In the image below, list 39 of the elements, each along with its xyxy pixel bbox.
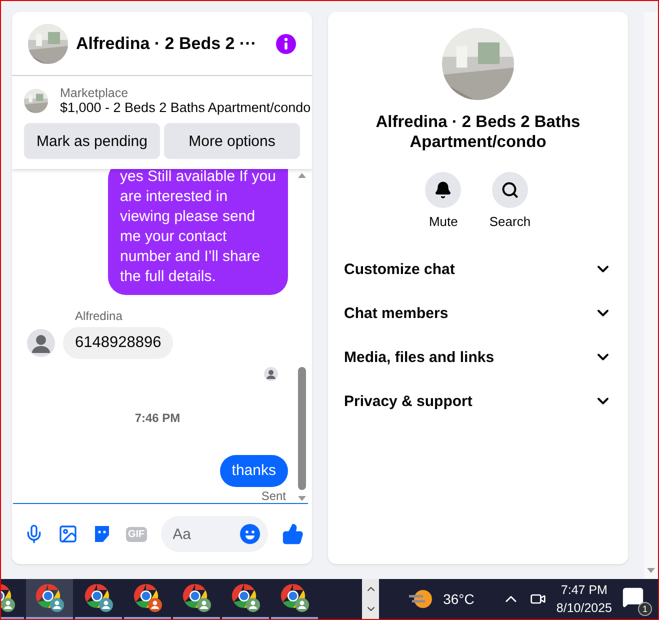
taskbar-app[interactable]: [26, 579, 73, 619]
listing-button[interactable]: More options: [164, 123, 300, 159]
listing-title: $1,000 - 2 Beds 2 Baths Apartment/condo: [60, 100, 311, 115]
profile-name: Alfredina · 2 Beds 2 Baths Apartment/condo: [374, 112, 582, 152]
scroll-down-arrow-icon[interactable]: [647, 568, 655, 573]
bell-icon: [434, 181, 452, 199]
clock[interactable]: 7:47 PM 8/10/2025: [556, 581, 612, 617]
weather-icon[interactable]: [409, 588, 434, 610]
listing-source: Marketplace: [60, 86, 130, 100]
action-label: Search: [489, 214, 531, 229]
section-toggle[interactable]: Customize chat: [336, 247, 620, 291]
read-receipt-icon: [264, 367, 278, 381]
section-toggle[interactable]: Media, files and links: [336, 335, 620, 379]
scroll-down-arrow-icon[interactable]: [298, 496, 306, 501]
chat-title: Alfredina · 2 Beds 2 ···: [76, 34, 258, 54]
avatar-icon: [27, 329, 55, 357]
notification-count: 1: [638, 602, 652, 616]
sticker-icon[interactable]: [92, 524, 112, 544]
received-message: 6148928896: [63, 327, 174, 359]
action-button[interactable]: [425, 172, 462, 208]
message-status: Sent: [261, 489, 286, 503]
emoji-icon[interactable]: [240, 524, 260, 544]
sent-message: thanks: [220, 455, 288, 487]
action-button[interactable]: [492, 172, 528, 208]
scrollbar-thumb[interactable]: [298, 367, 306, 490]
action-label: Mute: [428, 214, 458, 229]
timestamp: 7:46 PM: [134, 411, 182, 425]
search-icon: [500, 181, 519, 199]
sender-name: Alfredina: [75, 309, 124, 323]
info-icon[interactable]: [276, 34, 296, 54]
image-icon[interactable]: [58, 524, 78, 544]
listing-button[interactable]: Mark as pending: [24, 123, 160, 159]
scroll-up-arrow-icon[interactable]: [298, 173, 306, 178]
section-toggle[interactable]: Privacy & support: [336, 379, 620, 423]
like-icon[interactable]: [282, 523, 304, 545]
temperature: 36°C: [443, 591, 474, 607]
message-field[interactable]: Aa: [160, 516, 268, 552]
sent-message: yes Still available If you are interested in viewing please send me your contact number and I’ll share the full details.: [108, 169, 288, 295]
section-toggle[interactable]: Chat members: [336, 291, 620, 335]
